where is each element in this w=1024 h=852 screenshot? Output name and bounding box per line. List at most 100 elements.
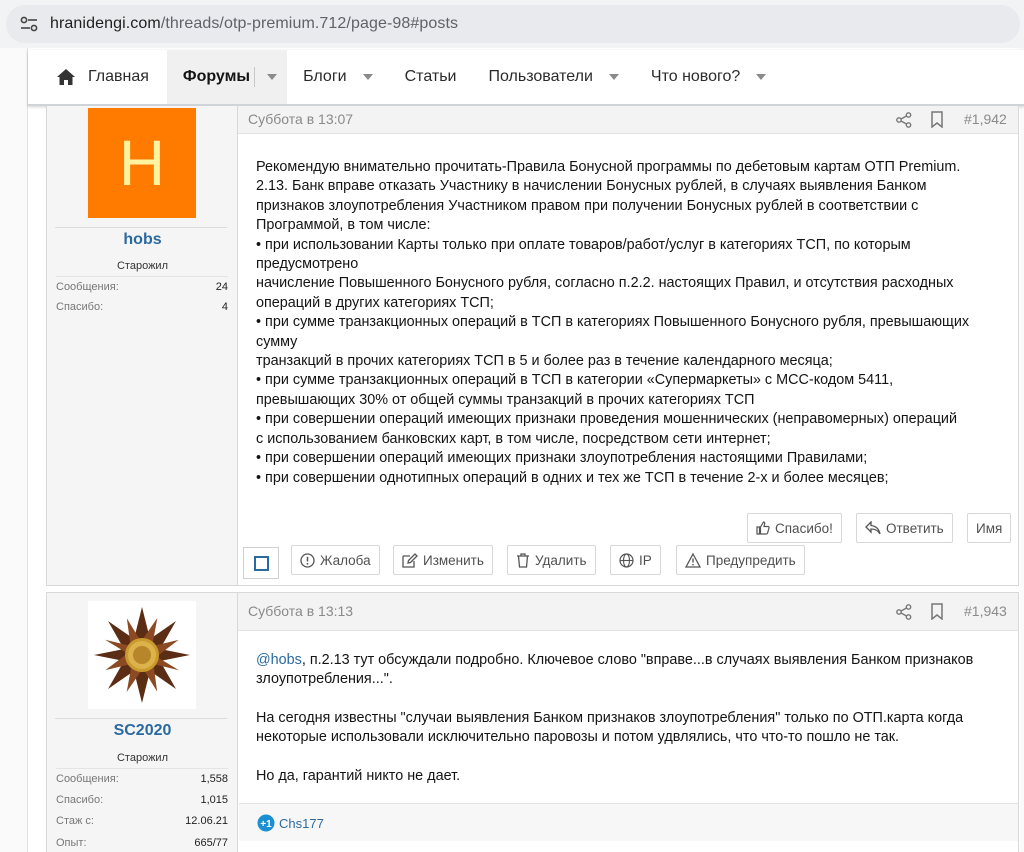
nav-whats-new-label: Что нового?	[650, 68, 741, 85]
post-text-line: Но да, гарантий никто не дает.	[256, 767, 461, 784]
thanks-label: Спасибо!	[775, 520, 833, 536]
stat-value: 12.06.21	[185, 815, 228, 827]
stat-experience: Опыт: 665/77	[56, 833, 228, 852]
post-text-line: предусмотрено	[256, 256, 359, 273]
stat-key: Сообщения:	[56, 773, 119, 785]
thanks-button[interactable]: Спасибо!	[747, 513, 842, 543]
post-date[interactable]: Суббота в 13:07	[248, 111, 353, 127]
stat-messages: Сообщения: 1,558	[56, 768, 228, 789]
warn-label: Предупредить	[706, 552, 796, 568]
post-text-line: 2.13. Банк вправе отказать Участнику в н…	[256, 178, 927, 195]
nav-whats-new[interactable]: Что нового?	[635, 50, 782, 104]
stat-key: Опыт:	[56, 837, 87, 849]
post-number[interactable]: #1,943	[964, 603, 1007, 619]
nav-forums-label: Форумы	[182, 68, 251, 85]
post-text-line: • при сумме транзакционных операций в ТС…	[256, 314, 970, 331]
url-text[interactable]: hranidengi.com/threads/otp-premium.712/p…	[50, 15, 458, 33]
username[interactable]: hobs	[47, 231, 238, 249]
nav-articles[interactable]: Статьи	[389, 50, 473, 104]
delete-button[interactable]: Удалить	[507, 545, 596, 575]
site-settings-icon[interactable]	[20, 16, 38, 32]
post-1942: H hobs Старожил Сообщения: 24 Спасибо: 4…	[46, 106, 1019, 586]
reaction-user[interactable]: Chs177	[279, 816, 324, 831]
page-gutter-right	[1020, 48, 1024, 852]
reaction-bar: +1 Chs177	[239, 803, 1018, 841]
edit-icon	[402, 552, 418, 568]
divider	[55, 227, 227, 228]
delete-label: Удалить	[535, 552, 587, 568]
username[interactable]: SC2020	[47, 722, 238, 740]
post-user-info: SC2020 Старожил Сообщения: 1,558 Спасибо…	[47, 593, 238, 852]
stat-value: 4	[221, 301, 228, 313]
post-text-line: сумму	[256, 333, 298, 350]
chevron-down-icon[interactable]	[608, 74, 619, 80]
reaction-summary[interactable]: +1 Chs177	[257, 814, 324, 832]
share-icon[interactable]	[896, 112, 912, 128]
post-number[interactable]: #1,942	[964, 111, 1007, 127]
post-1943: SC2020 Старожил Сообщения: 1,558 Спасибо…	[46, 592, 1019, 852]
chevron-down-icon[interactable]	[362, 74, 373, 80]
chevron-down-icon[interactable]	[756, 74, 767, 80]
reply-button[interactable]: Ответить	[856, 513, 953, 543]
edit-button[interactable]: Изменить	[393, 545, 493, 575]
main-navigation: Главная Форумы Блоги Статьи Пользователи…	[28, 50, 1024, 106]
post-date[interactable]: Суббота в 13:13	[248, 603, 353, 619]
thumbs-up-icon	[756, 521, 770, 535]
chevron-down-icon[interactable]	[267, 74, 278, 80]
user-title: Старожил	[116, 752, 168, 764]
address-bar[interactable]: hranidengi.com/threads/otp-premium.712/p…	[6, 5, 1020, 43]
avatar[interactable]: H	[88, 108, 196, 218]
nav-users[interactable]: Пользователи	[472, 50, 634, 104]
checkbox-square	[254, 556, 269, 571]
stat-messages: Сообщения: 24	[56, 276, 228, 297]
bookmark-icon[interactable]	[930, 603, 944, 620]
nav-separator	[254, 67, 256, 87]
browser-toolbar: hranidengi.com/threads/otp-premium.712/p…	[0, 0, 1024, 48]
nav-home-label: Главная	[88, 68, 149, 85]
post-text-line: начисление Повышенного Бонусного рубля, …	[256, 275, 954, 292]
stat-joined: Стаж с: 12.06.21	[56, 811, 228, 832]
select-checkbox[interactable]	[243, 547, 279, 579]
page-gutter-left	[0, 48, 28, 852]
mention-link[interactable]: @hobs	[256, 652, 302, 668]
stat-thanks: Спасибо: 1,015	[56, 790, 228, 811]
post-text-line: злоупотребления...".	[256, 671, 393, 688]
post-body: @hobs, п.2.13 тут обсуждали подробно. Кл…	[256, 651, 1012, 786]
nav-home[interactable]: Главная	[28, 50, 167, 104]
post-text-line: Рекомендую внимательно прочитать-Правила…	[256, 159, 961, 175]
url-path: /threads/otp-premium.712/page-98#posts	[160, 15, 459, 32]
avatar[interactable]	[88, 601, 196, 709]
svg-text:+1: +1	[260, 819, 272, 830]
nav-blogs-label: Блоги	[303, 68, 347, 85]
stat-value: 24	[215, 281, 228, 293]
report-button[interactable]: Жалоба	[291, 545, 380, 575]
share-icon[interactable]	[896, 604, 912, 620]
post-text-line: операций в других категориях ТСП;	[256, 294, 494, 311]
bookmark-icon[interactable]	[930, 111, 944, 128]
name-button[interactable]: Имя	[967, 513, 1012, 543]
post-text-line: с использованием банковских карт, в том …	[256, 430, 771, 447]
user-title: Старожил	[116, 260, 168, 272]
post-header: Суббота в 13:13 #1,943	[238, 593, 1018, 631]
stat-value: 665/77	[194, 837, 228, 849]
reply-icon	[865, 521, 881, 535]
stat-key: Спасибо:	[56, 794, 104, 806]
alert-circle-icon	[300, 552, 315, 568]
warn-button[interactable]: Предупредить	[676, 545, 805, 575]
stat-key: Стаж с:	[56, 815, 94, 827]
ip-button[interactable]: IP	[610, 545, 661, 575]
stat-key: Спасибо:	[56, 301, 104, 313]
report-label: Жалоба	[320, 552, 371, 568]
post-text-line: На сегодня известны "случаи выявления Ба…	[256, 709, 964, 726]
medal-avatar-image	[94, 607, 190, 703]
post-text-line: транзакций в прочих категориях ТСП в 5 и…	[256, 353, 833, 370]
trash-icon	[517, 552, 529, 568]
nav-forums[interactable]: Форумы	[166, 50, 288, 104]
post-text-line: @hobs, п.2.13 тут обсуждали подробно. Кл…	[256, 651, 1012, 670]
post-text-line: • при использовании Карты только при опл…	[256, 236, 911, 253]
post-body: Рекомендую внимательно прочитать-Правила…	[256, 158, 1012, 488]
stat-value: 1,558	[200, 773, 228, 785]
ip-label: IP	[639, 552, 652, 568]
nav-blogs[interactable]: Блоги	[287, 50, 389, 104]
